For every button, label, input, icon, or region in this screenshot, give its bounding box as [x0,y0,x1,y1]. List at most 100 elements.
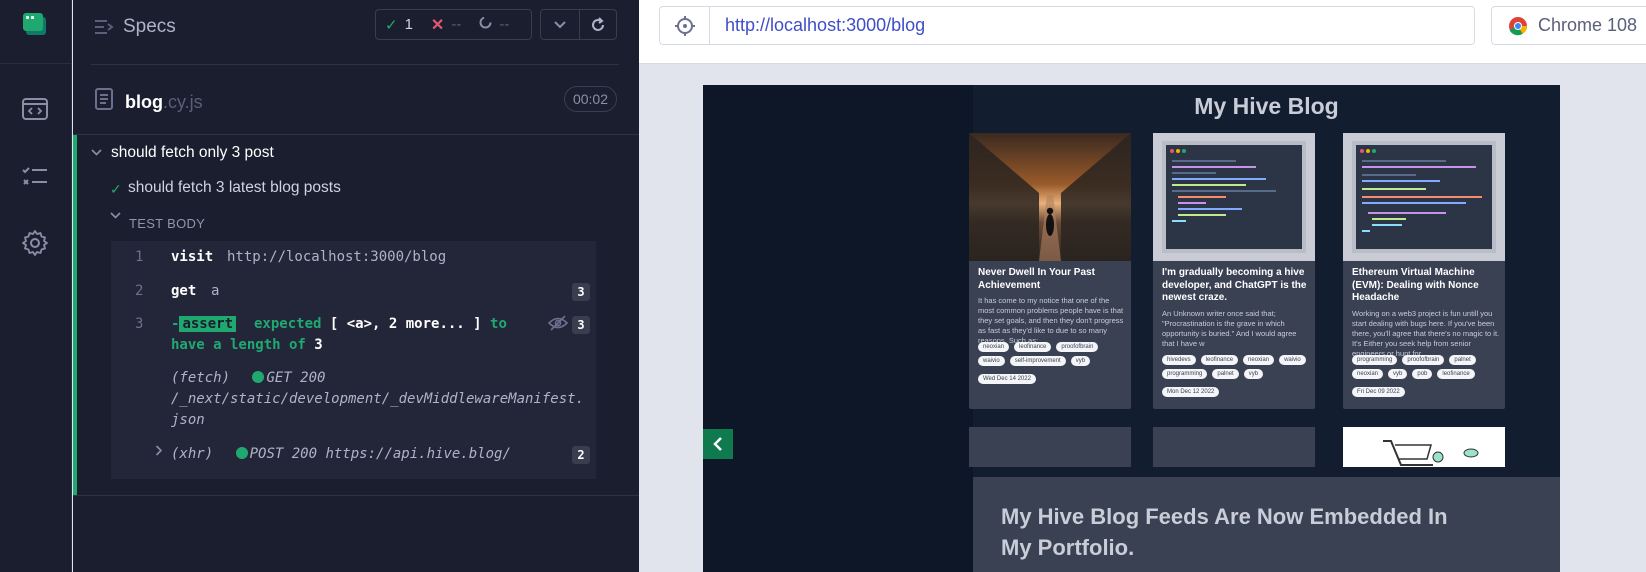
blog-card[interactable] [1343,427,1505,467]
post-tag[interactable]: programming [1352,355,1398,365]
blog-card[interactable]: Ethereum Virtual Machine (EVM): Dealing … [1343,133,1505,409]
post-excerpt: An Unknown writer once said that; "Procr… [1162,309,1297,348]
blog-card[interactable]: Never Dwell In Your Past Achievement It … [969,133,1131,409]
test-title[interactable]: should fetch 3 latest blog posts [128,179,341,197]
blog-card[interactable] [969,427,1131,467]
post-excerpt: It has come to my notice that one of the… [978,296,1124,345]
command-message[interactable]: http://localhost:3000/blog [227,249,446,265]
post-tag[interactable]: hivedevs [1162,355,1196,365]
post-tag[interactable]: proofofbrain [1402,355,1445,365]
settings-icon[interactable] [20,228,50,258]
blog-card[interactable] [1153,427,1315,467]
reporter-header: Specs ✓ 1 ✕ -- -- [73,0,639,64]
nav-divider [0,63,72,64]
assert-message[interactable]: expected [ <a>, 2 more... ] to [254,316,507,332]
cypress-logo-icon[interactable] [22,12,48,36]
post-tag[interactable]: vyb [1070,356,1091,366]
command-message[interactable]: a [211,283,219,299]
pending-icon [479,16,492,33]
post-tag[interactable]: vyb [1388,369,1408,379]
chevron-down-icon[interactable] [110,211,121,223]
post-tag[interactable]: proofofbrain [1056,342,1099,352]
command-name[interactable]: visit [171,249,213,265]
xhr-log[interactable]: (xhr) POST 200 https://api.hive.blog/ [171,446,511,462]
url-field[interactable]: http://localhost:3000/blog [709,6,1475,45]
sidebar-nav [0,0,72,572]
collapse-all-button[interactable] [541,10,579,39]
selector-playground-button[interactable] [659,6,709,45]
fetch-path[interactable]: /_next/static/development/_devMiddleware… [171,391,584,407]
fetch-log[interactable]: (fetch) GET 200 [171,370,325,386]
suite-block: should fetch only 3 post ✓ should fetch … [73,135,639,495]
cypress-runner: Specs ✓ 1 ✕ -- -- blog.cy.js 00:02 shoul… [0,0,1646,572]
spec-file-name[interactable]: blog.cy.js [125,92,203,113]
failed-stat: ✕ -- [422,15,470,35]
post-tag[interactable]: neoxian [978,342,1010,352]
spec-file-base: blog [125,92,163,112]
post-tag[interactable]: waivio [978,356,1005,366]
post-tag[interactable]: leofinance [1014,342,1052,352]
test-stats: ✓ 1 ✕ -- -- [375,9,532,40]
run-controls [540,9,617,40]
post-tag[interactable]: self-improvement [1009,356,1066,366]
fetch-method: GET 200 [266,370,326,386]
featured-post-title[interactable]: My Hive Blog Feeds Are Now Embedded In M… [1001,501,1481,563]
assert-subject: [ <a>, 2 more... ] [329,316,482,332]
chevron-right-icon[interactable] [155,444,163,460]
post-image [1153,133,1315,261]
browser-selector[interactable]: Chrome 108 [1491,6,1646,45]
post-tags: programming proofofbrain palnet neoxian … [1352,355,1504,379]
post-title[interactable]: Ethereum Virtual Machine (EVM): Dealing … [1352,267,1500,305]
back-arrow-button[interactable] [703,429,733,459]
specs-list-icon[interactable] [20,94,50,124]
command-name[interactable]: - assert [171,316,237,332]
passed-stat: ✓ 1 [376,16,422,34]
check-icon: ✓ [385,16,398,34]
pending-stat: -- [470,16,518,33]
post-tag[interactable]: leofinance [1437,369,1475,379]
assert-message-line2[interactable]: have a length of 3 [171,337,323,353]
element-count-badge: 3 [572,316,590,334]
post-image [969,133,1131,261]
assert-predicate: have a length of [171,337,306,353]
command-name[interactable]: get [171,283,196,299]
status-dot-icon [252,371,265,383]
post-excerpt: Working on a web3 project is fun untill … [1352,309,1500,358]
test-body-label[interactable]: TEST BODY [129,216,205,231]
specs-title[interactable]: Specs [123,16,176,38]
post-tag[interactable]: programming [1162,369,1208,379]
fetch-path-cont[interactable]: json [171,412,205,428]
blog-page: My Hive Blog Never Dwell In Your Past Ac… [969,85,1560,572]
assert-expected: expected [254,316,322,332]
post-date: Wed Dec 14 2022 [978,374,1036,384]
post-tag[interactable]: neoxian [1352,369,1384,379]
xhr-type: (xhr) [171,446,214,462]
header-divider [91,64,619,65]
browser-preview: http://localhost:3000/blog Chrome 108 My… [639,0,1646,572]
spec-duration: 00:02 [564,86,617,112]
spec-file-header: blog.cy.js 00:02 [73,74,639,126]
post-title[interactable]: Never Dwell In Your Past Achievement [978,267,1126,292]
check-icon: ✓ [110,181,122,197]
post-tag[interactable]: palnet [1212,369,1239,379]
rerun-button[interactable] [578,10,617,39]
post-title[interactable]: I'm gradually becoming a hive developer,… [1162,267,1310,305]
assert-value: 3 [314,337,323,353]
eye-slash-icon[interactable] [547,315,569,335]
chevron-down-icon[interactable] [91,148,102,160]
runs-icon[interactable] [20,162,50,192]
specs-list-toggle-icon[interactable] [95,18,115,41]
post-tags: neoxian leofinance proofofbrain waivio s… [978,342,1130,366]
chevron-left-icon [713,437,722,451]
post-tag[interactable]: vyb [1243,369,1264,379]
post-tag[interactable]: leofinance [1200,355,1239,365]
featured-post-banner[interactable]: My Hive Blog Feeds Are Now Embedded In M… [973,477,1560,572]
blog-title: My Hive Blog [1194,93,1339,119]
post-tag[interactable]: pob [1412,369,1433,379]
post-tag[interactable]: waivio [1279,355,1306,365]
blog-card[interactable]: I'm gradually becoming a hive developer,… [1153,133,1315,409]
post-tag[interactable]: neoxian [1243,355,1275,365]
post-date: Fri Dec 09 2022 [1352,387,1405,397]
suite-title[interactable]: should fetch only 3 post [111,144,274,162]
post-tag[interactable]: palnet [1449,355,1476,365]
